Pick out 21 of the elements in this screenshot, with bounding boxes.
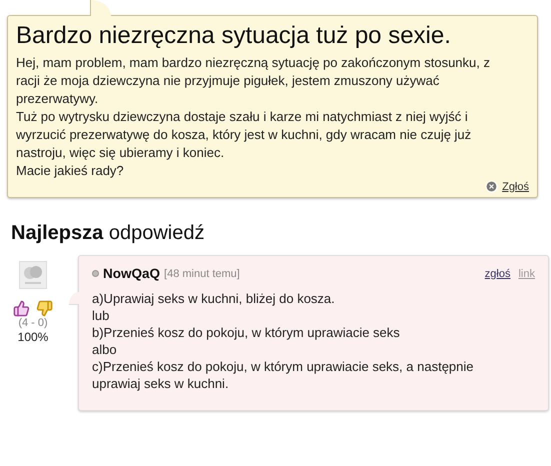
section-heading: Najlepsza odpowiedź [11, 222, 206, 245]
answer-text: c)Przenieś kosz do pokoju, w którym uprawiacie seks, a następnie uprawiaj seks w kuchni. [92, 358, 475, 392]
question-title: Bardzo niezręczna sytuacja tuż po sexie. [16, 22, 452, 50]
report-link[interactable]: Zgłoś [502, 180, 529, 192]
report-link[interactable]: zgłoś [484, 268, 510, 280]
vote-count: (4 - 0) [18, 317, 48, 330]
question-text: Macie jakieś rady? [16, 162, 125, 180]
answer-text: albo [92, 341, 118, 358]
thumbs-down-icon[interactable] [36, 300, 53, 317]
answer-text: b)Przenieś kosz do pokoju, w którym uprawiacie seks [92, 324, 401, 341]
thumbs-up-icon[interactable] [13, 300, 30, 317]
question-text: Hej, mam problem, mam bardzo niezręczną sytuację po zakończonym stosunku, z racji że moja dziewczyna nie przyjmuje pigułek, jestem zmuszony używać prezerwatywy. [16, 54, 491, 108]
vote-percent: 100% [18, 330, 48, 344]
answer-text: a)Uprawiaj seks w kuchni, bliżej do kosza. [92, 290, 336, 307]
question-text: Tuż po wytrysku dziewczyna dostaje szału i karze mi natychmiast z niej wyjść i wyrzucić prezerwatywę do kosza, który jest w kuchni, gdy wracam nie czuję już nastroju, więc się ubieramy i koniec. [16, 108, 472, 162]
author-name[interactable]: NowQaQ [103, 266, 160, 281]
answer-time: [48 minut temu] [164, 268, 240, 280]
bullet-icon [92, 270, 99, 277]
answer-text: lub [92, 307, 110, 324]
avatar-icon [19, 261, 47, 289]
close-icon [485, 180, 498, 193]
